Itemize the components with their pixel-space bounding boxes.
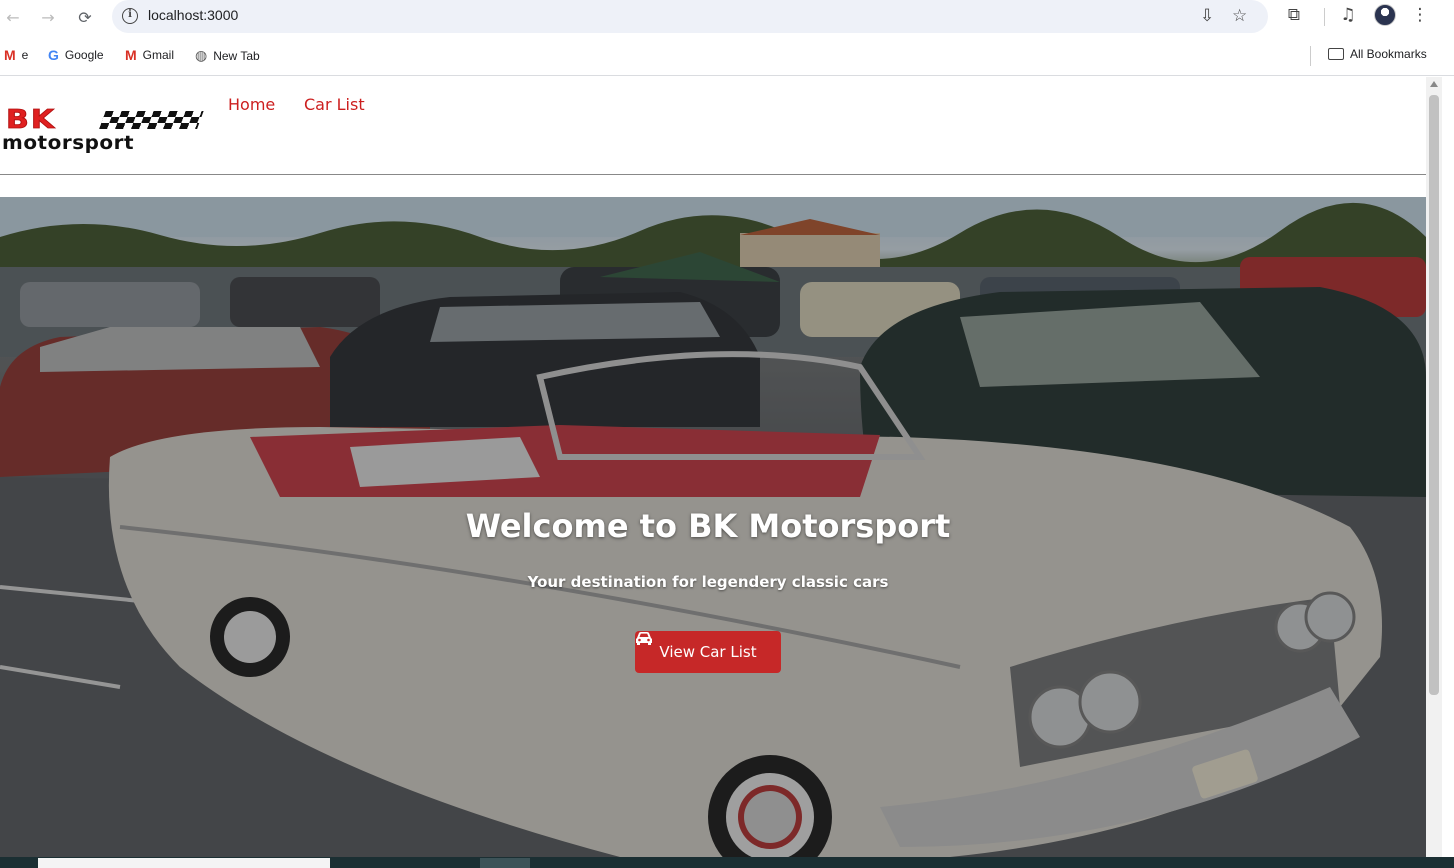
page-scrollbar[interactable] xyxy=(1426,77,1442,857)
hero-section: Welcome to BK Motorsport Your destinatio… xyxy=(0,197,1426,857)
site-logo[interactable]: BK motorsport xyxy=(2,105,204,154)
bookmark-label: e xyxy=(21,48,29,62)
logo-motorsport-text: motorsport xyxy=(2,132,135,154)
install-app-icon[interactable]: ⇩ xyxy=(1200,6,1214,26)
web-page: BK motorsport Home Car List Welcome to B… xyxy=(0,77,1426,857)
checkered-flag-icon xyxy=(98,111,204,131)
menu-icon[interactable]: ⋮ xyxy=(1408,5,1432,25)
bookmark-item[interactable]: ◍ New Tab xyxy=(195,47,260,64)
gmail-icon: M xyxy=(125,47,137,63)
toolbar-divider xyxy=(1324,8,1325,26)
bookmark-item[interactable]: G Google xyxy=(48,47,104,63)
star-icon[interactable]: ☆ xyxy=(1232,6,1247,26)
bookmarks-divider xyxy=(1310,46,1311,66)
media-control-icon[interactable]: ♫ xyxy=(1336,5,1360,25)
gmail-icon: M xyxy=(4,47,16,63)
bookmarks-bar: M e G Google M Gmail ◍ New Tab All Bookm… xyxy=(0,36,1454,76)
bookmark-label: New Tab xyxy=(213,48,260,63)
url-text[interactable]: localhost:3000 xyxy=(148,7,238,23)
bookmark-item[interactable]: M Gmail xyxy=(125,47,174,63)
bookmark-label: Gmail xyxy=(142,48,175,62)
google-icon: G xyxy=(48,47,59,63)
browser-toolbar: ← → ⟳ i localhost:3000 ⇩ ☆ ⧉ ♫ ⋮ xyxy=(0,0,1454,36)
address-bar[interactable]: i localhost:3000 ⇩ ☆ xyxy=(112,0,1268,33)
bookmark-item[interactable]: M e xyxy=(4,47,28,63)
taskbar-item[interactable] xyxy=(480,858,530,868)
extensions-icon[interactable]: ⧉ xyxy=(1282,5,1306,25)
avatar[interactable] xyxy=(1374,4,1396,26)
all-bookmarks-button[interactable]: All Bookmarks xyxy=(1328,47,1427,61)
taskbar-item[interactable] xyxy=(38,858,330,868)
site-info-icon[interactable]: i xyxy=(122,8,138,24)
scroll-thumb[interactable] xyxy=(1429,95,1439,695)
hero-subtitle: Your destination for legendery classic c… xyxy=(527,573,889,591)
folder-icon xyxy=(1328,48,1344,60)
view-car-list-button[interactable]: View Car List xyxy=(635,631,781,673)
hero-title: Welcome to BK Motorsport xyxy=(465,507,951,545)
reload-icon[interactable]: ⟳ xyxy=(74,6,96,28)
back-icon[interactable]: ← xyxy=(2,6,24,28)
site-header: BK motorsport Home Car List xyxy=(0,77,1426,175)
header-divider xyxy=(0,174,1426,175)
view-car-list-label: View Car List xyxy=(659,643,757,661)
forward-icon[interactable]: → xyxy=(37,6,59,28)
scroll-up-arrow-icon[interactable] xyxy=(1430,81,1438,87)
nav-car-list-link[interactable]: Car List xyxy=(304,95,365,114)
all-bookmarks-label: All Bookmarks xyxy=(1350,47,1427,61)
logo-bk-text: BK xyxy=(5,105,57,136)
globe-icon: ◍ xyxy=(195,47,208,63)
bookmark-label: Google xyxy=(64,48,104,62)
nav-home-link[interactable]: Home xyxy=(228,95,275,114)
car-icon xyxy=(636,632,652,645)
